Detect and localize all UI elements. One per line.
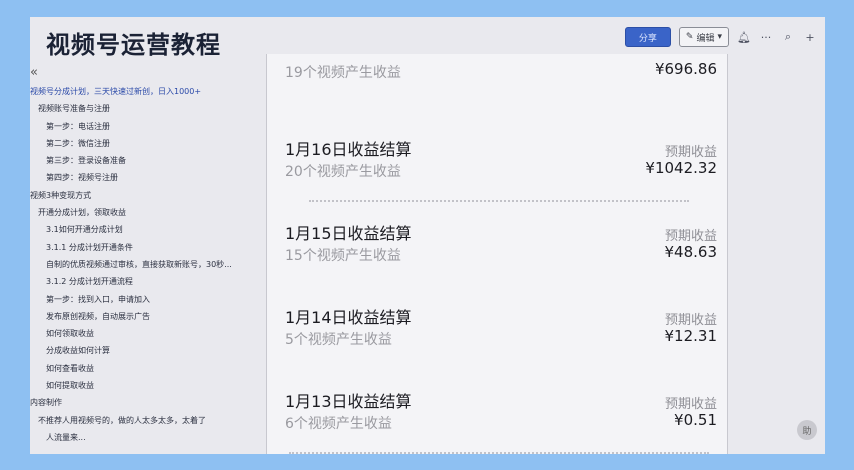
plus-icon[interactable]: + (803, 31, 817, 44)
outline-item[interactable]: 发布原创视频，自动展示广告 (30, 308, 262, 325)
income-day-block: 1月15日收益结算 预期收益 15个视频产生收益 ¥48.63 (267, 220, 727, 290)
outline-item[interactable]: 不推荐人用视频号的，做的人太多太多，太着了 (30, 412, 262, 429)
outline-sidebar: 视频号分成计划，三天快速过新创，日入1000+ 视频账号准备与注册 第一步：电话… (30, 83, 262, 446)
expected-income-label: 预期收益 (664, 145, 717, 160)
outline-item[interactable]: 第一步：找到入口，申请加入 (30, 291, 262, 308)
app-window: 视频号运营教程 分享 ✎ 编辑 ▾ 🔔︎ ··· ⌕ + « 视频号分成计划，三… (30, 17, 825, 454)
outline-item[interactable]: 如何提取收益 (30, 377, 262, 394)
outline-item[interactable]: 3.1.1 分成计划开通条件 (30, 239, 262, 256)
outline-item[interactable]: 如何领取收益 (30, 325, 262, 342)
income-amount: ¥0.51 (674, 411, 717, 429)
outline-item[interactable]: 视频3种变现方式 (30, 187, 262, 204)
income-amount: ¥12.31 (664, 327, 718, 345)
income-amount: ¥1042.32 (645, 159, 717, 177)
income-row: 19个视频产生收益 ¥696.86 (267, 60, 727, 86)
income-day-block: 1月13日收益结算 预期收益 6个视频产生收益 ¥0.51 (267, 388, 727, 454)
outline-item[interactable]: 3.1.2 分成计划开通流程 (30, 273, 262, 290)
document-content: 19个视频产生收益 ¥696.86 1月16日收益结算 预期收益 20个视频产生… (266, 54, 728, 454)
outline-item[interactable]: 如何查看收益 (30, 360, 262, 377)
income-amount: ¥48.63 (664, 243, 718, 261)
more-icon[interactable]: ··· (759, 31, 773, 44)
outline-item[interactable]: 3.1如何开通分成计划 (30, 221, 262, 238)
assistant-avatar[interactable]: 助 (797, 420, 817, 440)
video-count: 5个视频产生收益 (285, 332, 392, 348)
video-count: 6个视频产生收益 (285, 416, 392, 432)
settlement-date: 1月14日收益结算 (285, 308, 412, 327)
edit-button-label: 编辑 (696, 33, 715, 44)
search-icon[interactable]: ⌕ (781, 30, 795, 44)
outline-item[interactable]: 视频号分成计划，三天快速过新创，日入1000+ (30, 83, 262, 100)
outline-item[interactable]: 内容制作 (30, 394, 262, 411)
share-button[interactable]: 分享 (624, 27, 671, 47)
divider (309, 200, 689, 202)
outline-item[interactable]: 第二步：微信注册 (30, 135, 262, 152)
outline-item[interactable]: 人流量来... (30, 429, 262, 446)
expected-income-label: 预期收益 (664, 397, 717, 412)
edit-button[interactable]: ✎ 编辑 ▾ (678, 27, 729, 47)
bell-icon[interactable]: 🔔︎ (737, 31, 751, 44)
video-count: 20个视频产生收益 (285, 164, 401, 180)
video-count: 19个视频产生收益 (285, 65, 401, 81)
outline-item[interactable]: 第四步：视频号注册 (30, 169, 262, 186)
settlement-date: 1月15日收益结算 (285, 224, 412, 243)
outline-item[interactable]: 第一步：电话注册 (30, 118, 262, 135)
video-count: 15个视频产生收益 (285, 248, 401, 264)
outline-item[interactable]: 第三步：登录设备准备 (30, 152, 262, 169)
income-amount: ¥696.86 (654, 60, 717, 78)
collapse-sidebar-icon[interactable]: « (30, 65, 38, 80)
chevron-down-icon: ▾ (717, 32, 722, 42)
pencil-icon: ✎ (685, 32, 694, 42)
income-day-block: 1月16日收益结算 预期收益 20个视频产生收益 ¥1042.32 (267, 136, 727, 206)
outline-item[interactable]: 分成收益如何计算 (30, 342, 262, 359)
settlement-date: 1月13日收益结算 (285, 392, 412, 411)
income-day-block: 1月14日收益结算 预期收益 5个视频产生收益 ¥12.31 (267, 304, 727, 374)
divider (289, 452, 709, 454)
page-title: 视频号运营教程 (46, 31, 221, 59)
toolbar: 分享 ✎ 编辑 ▾ 🔔︎ ··· ⌕ + (624, 26, 817, 48)
settlement-date: 1月16日收益结算 (285, 140, 412, 159)
expected-income-label: 预期收益 (664, 313, 717, 328)
outline-item[interactable]: 自制的优质视频通过审核，直接获取新账号，30秒... (30, 256, 262, 273)
expected-income-label: 预期收益 (664, 229, 717, 244)
outline-item[interactable]: 视频账号准备与注册 (30, 100, 262, 117)
outline-item[interactable]: 开通分成计划，领取收益 (30, 204, 262, 221)
